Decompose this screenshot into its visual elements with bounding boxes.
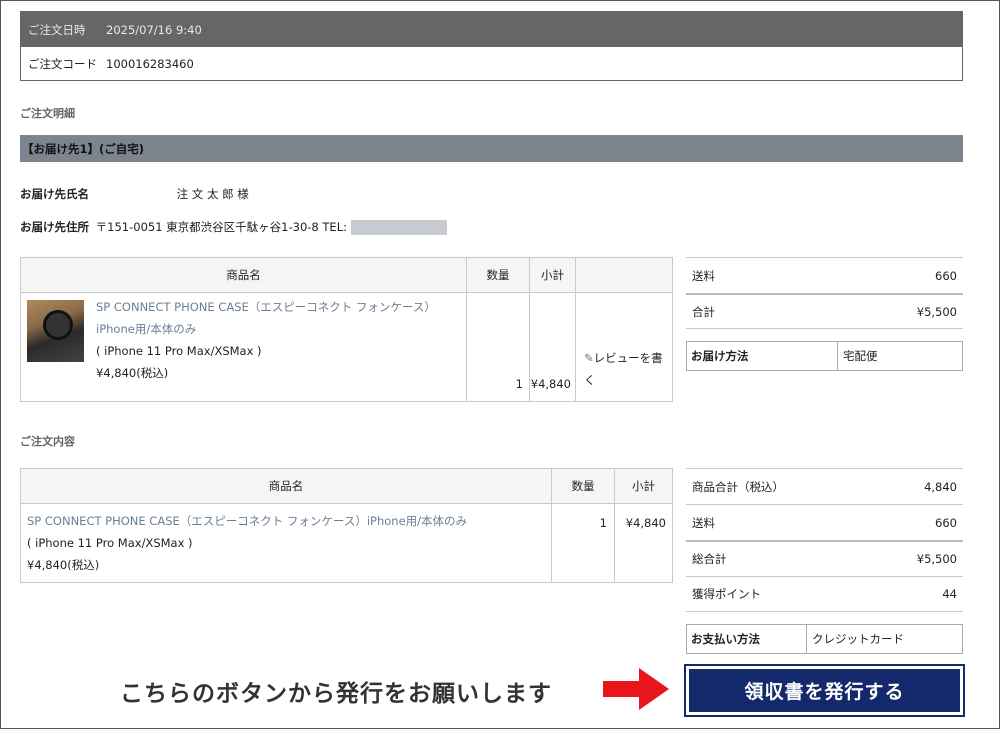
points-label: 獲得ポイント bbox=[692, 587, 761, 601]
grand-total-row: 総合計 ¥5,500 bbox=[686, 540, 963, 576]
items-total-label: 商品合計（税込） bbox=[692, 479, 784, 494]
col-subtotal: 小計 bbox=[529, 257, 576, 293]
col-product-name: 商品名 bbox=[20, 468, 552, 504]
grand-total-label: 総合計 bbox=[692, 552, 727, 566]
order-code-row: ご注文コード 100016283460 bbox=[21, 47, 962, 81]
delivery-method-label: お届け方法 bbox=[687, 342, 838, 370]
order-info-box: ご注文日時 2025/07/16 9:40 ご注文コード 10001628346… bbox=[20, 11, 963, 81]
shipping-value: 660 bbox=[935, 268, 957, 283]
product-cell: SP CONNECT PHONE CASE（エスピーコネクト フォンケース）iP… bbox=[20, 503, 552, 583]
order-code-value: 100016283460 bbox=[106, 57, 194, 71]
table-header-row: 商品名 数量 小計 bbox=[20, 257, 673, 293]
product-variant: ( iPhone 11 Pro Max/XSMax ) bbox=[96, 344, 262, 358]
shipping-row: 送料 660 bbox=[686, 257, 963, 293]
points-row: 獲得ポイント 44 bbox=[686, 576, 963, 612]
payment-method-value: クレジットカード bbox=[812, 632, 904, 646]
subtotal-cell: ¥4,840 bbox=[529, 292, 576, 402]
order-contents-table: 商品名 数量 小計 SP CONNECT PHONE CASE（エスピーコネクト… bbox=[20, 468, 673, 583]
col-subtotal: 小計 bbox=[614, 468, 673, 504]
callout-text: こちらのボタンから発行をお願いします bbox=[120, 681, 552, 707]
product-cell: SP CONNECT PHONE CASE（エスピーコネクト フォンケース）iP… bbox=[20, 292, 467, 402]
arrow-right-icon bbox=[603, 668, 669, 710]
order-date-row: ご注文日時 2025/07/16 9:40 bbox=[21, 12, 962, 47]
order-details-table: 商品名 数量 小計 SP CONNECT PHONE CASE（エスピーコネクト… bbox=[20, 257, 673, 402]
col-qty: 数量 bbox=[551, 468, 615, 504]
recipient-address-value: 〒151-0051 東京都渋谷区千駄ヶ谷1-30-8 TEL: bbox=[95, 220, 347, 234]
recipient-name-label: お届け先氏名 bbox=[20, 187, 89, 201]
product-name-link[interactable]: SP CONNECT PHONE CASE（エスピーコネクト フォンケース）iP… bbox=[27, 510, 545, 532]
recipient-address-line: お届け先住所 〒151-0051 東京都渋谷区千駄ヶ谷1-30-8 TEL: bbox=[20, 219, 447, 235]
total-row: 合計 ¥5,500 bbox=[686, 293, 963, 329]
shipping-value: 660 bbox=[935, 515, 957, 530]
write-review-link[interactable]: ✎レビューを書く bbox=[584, 351, 663, 387]
total-value: ¥5,500 bbox=[916, 304, 957, 319]
items-total-row: 商品合計（税込） 4,840 bbox=[686, 468, 963, 504]
order-date-label: ご注文日時 bbox=[28, 22, 86, 37]
product-name-link[interactable]: SP CONNECT PHONE CASE（エスピーコネクト フォンケース）iP… bbox=[96, 296, 456, 340]
product-price: ¥4,840(税込) bbox=[27, 558, 100, 572]
total-label: 合計 bbox=[692, 304, 715, 319]
recipient-name-value: 注 文 太 郎 様 bbox=[176, 187, 249, 201]
delivery-method-box: お届け方法 宅配便 bbox=[686, 341, 963, 371]
qty-cell: 1 bbox=[551, 503, 615, 583]
issue-receipt-button[interactable]: 領収書を発行する bbox=[684, 664, 965, 717]
product-price: ¥4,840(税込) bbox=[96, 366, 169, 380]
tel-redaction bbox=[350, 220, 447, 235]
order-date-value: 2025/07/16 9:40 bbox=[106, 22, 202, 37]
product-variant: ( iPhone 11 Pro Max/XSMax ) bbox=[27, 536, 193, 550]
product-thumbnail[interactable] bbox=[27, 300, 84, 362]
payment-method-label: お支払い方法 bbox=[687, 625, 807, 653]
payment-method-box: お支払い方法 クレジットカード bbox=[686, 624, 963, 654]
order-code-label: ご注文コード bbox=[28, 57, 97, 71]
qty-cell: 1 bbox=[466, 292, 530, 402]
pencil-icon: ✎ bbox=[584, 351, 594, 365]
order-contents-title: ご注文内容 bbox=[20, 435, 75, 448]
shipping-row: 送料 660 bbox=[686, 504, 963, 540]
table-row: SP CONNECT PHONE CASE（エスピーコネクト フォンケース）iP… bbox=[20, 503, 673, 583]
shipping-label: 送料 bbox=[692, 515, 715, 530]
items-total-value: 4,840 bbox=[924, 479, 957, 494]
destination-bar: 【お届け先1】(ご自宅) bbox=[20, 135, 963, 162]
col-action bbox=[575, 257, 673, 293]
table-header-row: 商品名 数量 小計 bbox=[20, 468, 673, 504]
col-product-name: 商品名 bbox=[20, 257, 467, 293]
order-details-title: ご注文明細 bbox=[20, 107, 75, 120]
recipient-name-line: お届け先氏名 注 文 太 郎 様 bbox=[20, 186, 249, 202]
points-value: 44 bbox=[942, 587, 957, 601]
write-review-label: レビューを書く bbox=[584, 351, 663, 387]
shipping-label: 送料 bbox=[692, 268, 715, 283]
subtotal-cell: ¥4,840 bbox=[614, 503, 673, 583]
col-qty: 数量 bbox=[466, 257, 530, 293]
review-cell: ✎レビューを書く bbox=[575, 292, 673, 402]
recipient-address-label: お届け先住所 bbox=[20, 220, 89, 234]
grand-total-value: ¥5,500 bbox=[916, 552, 957, 566]
table-row: SP CONNECT PHONE CASE（エスピーコネクト フォンケース）iP… bbox=[20, 292, 673, 402]
delivery-method-value: 宅配便 bbox=[843, 349, 878, 363]
